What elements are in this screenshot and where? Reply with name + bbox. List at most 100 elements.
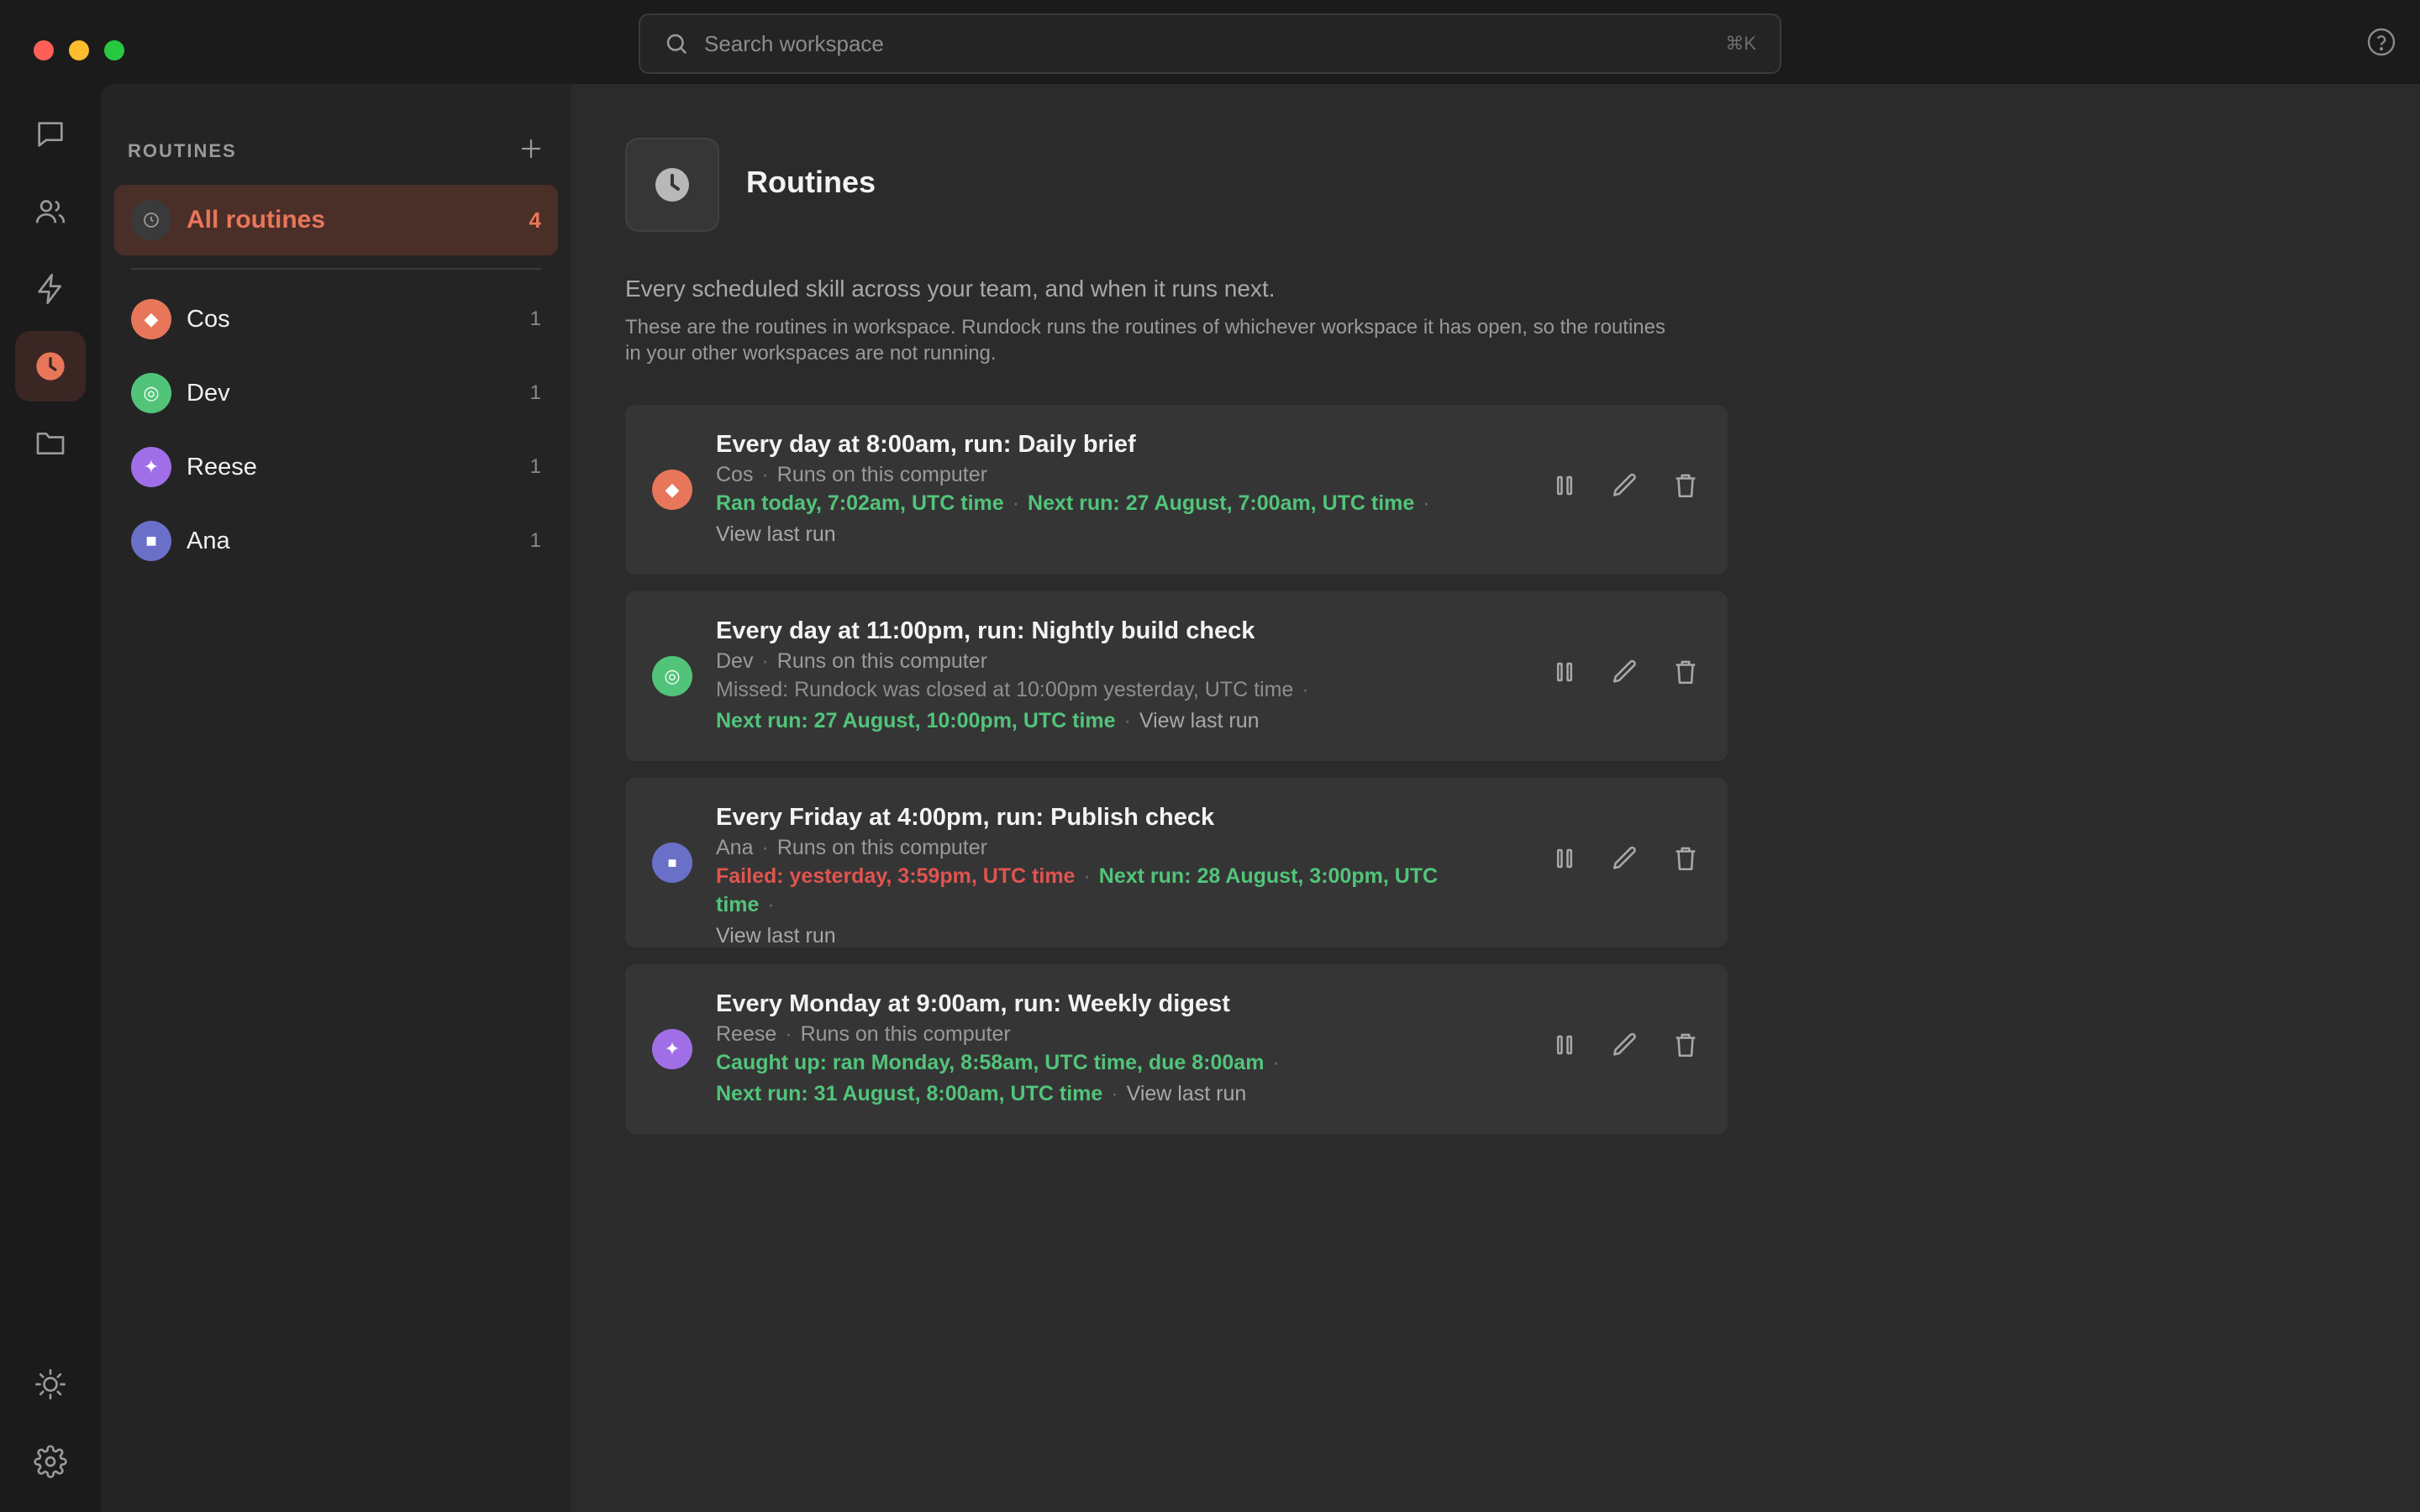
sidebar-divider bbox=[131, 268, 541, 270]
search-shortcut: ⌘K bbox=[1725, 33, 1756, 54]
rail-routines-button[interactable] bbox=[15, 331, 86, 402]
users-icon bbox=[35, 200, 66, 223]
next-run: Next run: 27 August, 10:00pm, UTC time bbox=[716, 709, 1116, 732]
pause-icon bbox=[1556, 1035, 1573, 1055]
pencil-icon bbox=[1612, 846, 1636, 869]
sidebar-item-reese[interactable]: ✦ Reese 1 bbox=[114, 430, 558, 504]
clock-icon bbox=[36, 352, 65, 381]
settings-gear-icon bbox=[34, 1445, 67, 1478]
sidebar-header: ROUTINES bbox=[128, 134, 546, 168]
sun-icon bbox=[35, 1369, 66, 1399]
page-description: These are the routines in workspace. Run… bbox=[625, 316, 1666, 365]
sidebar-item-count: 1 bbox=[529, 529, 541, 552]
next-run: Next run: 27 August, 7:00am, UTC time bbox=[1028, 491, 1415, 515]
sidebar-title: ROUTINES bbox=[128, 140, 237, 161]
minimize-window-button[interactable] bbox=[69, 40, 89, 60]
square-icon: ■ bbox=[667, 853, 677, 871]
view-last-run-link[interactable]: View last run bbox=[1127, 1082, 1247, 1105]
pause-button[interactable] bbox=[1549, 1030, 1580, 1060]
pencil-icon bbox=[1612, 659, 1636, 683]
edit-button[interactable] bbox=[1610, 843, 1640, 874]
rail-chat-button[interactable] bbox=[15, 99, 86, 170]
add-routine-button[interactable] bbox=[516, 136, 546, 166]
plus-icon bbox=[521, 139, 541, 159]
routine-card: ✦ Every Monday at 9:00am, run: Weekly di… bbox=[625, 964, 1728, 1134]
search-placeholder: Search workspace bbox=[704, 30, 884, 56]
page-icon bbox=[625, 138, 719, 232]
title-bar: Search workspace ⌘K bbox=[0, 0, 2420, 84]
routine-title: Every Friday at 4:00pm, run: Publish che… bbox=[716, 804, 1215, 831]
pause-button[interactable] bbox=[1549, 470, 1580, 501]
sidebar-item-count: 4 bbox=[529, 207, 541, 233]
close-window-button[interactable] bbox=[34, 40, 54, 60]
view-last-run-link[interactable]: View last run bbox=[716, 924, 836, 948]
last-run-status: Caught up: ran Monday, 8:58am, UTC time,… bbox=[716, 1051, 1265, 1074]
last-run-status: Failed: yesterday, 3:59pm, UTC time bbox=[716, 864, 1076, 888]
rail-theme-button[interactable] bbox=[15, 1349, 86, 1420]
page-subtitle: Every scheduled skill across your team, … bbox=[625, 276, 1276, 302]
square-icon: ■ bbox=[131, 521, 171, 561]
sidebar-item-ana[interactable]: ■ Ana 1 bbox=[114, 504, 558, 578]
sidebar-item-all-routines[interactable]: All routines 4 bbox=[114, 185, 558, 255]
zoom-window-button[interactable] bbox=[104, 40, 124, 60]
chat-icon bbox=[38, 122, 63, 147]
clock-icon bbox=[655, 168, 689, 202]
edit-button[interactable] bbox=[1610, 1030, 1640, 1060]
last-run-status: Missed: Rundock was closed at 10:00pm ye… bbox=[716, 678, 1294, 701]
search-icon bbox=[666, 34, 687, 55]
pause-button[interactable] bbox=[1549, 657, 1580, 687]
diamond-icon: ◆ bbox=[665, 479, 680, 500]
sidebar-item-label: Dev bbox=[187, 379, 230, 407]
routine-agent: Reese bbox=[716, 1022, 777, 1046]
sidebar-item-dev[interactable]: ◎ Dev 1 bbox=[114, 356, 558, 430]
edit-button[interactable] bbox=[1610, 657, 1640, 687]
pause-button[interactable] bbox=[1549, 843, 1580, 874]
avatar: ■ bbox=[652, 843, 692, 883]
help-icon[interactable] bbox=[2366, 27, 2396, 57]
sidebar-item-label: Cos bbox=[187, 305, 230, 333]
delete-button[interactable] bbox=[1670, 470, 1701, 501]
icon-rail bbox=[0, 84, 101, 1512]
search-input[interactable]: Search workspace ⌘K bbox=[639, 13, 1781, 74]
delete-button[interactable] bbox=[1670, 843, 1701, 874]
routine-location: Runs on this computer bbox=[776, 463, 987, 486]
main-content: Routines Every scheduled skill across yo… bbox=[571, 84, 2420, 1512]
rail-files-button[interactable] bbox=[15, 408, 86, 479]
edit-button[interactable] bbox=[1610, 470, 1640, 501]
clock-icon bbox=[131, 200, 171, 240]
routine-location: Runs on this computer bbox=[776, 836, 987, 859]
rail-settings-button[interactable] bbox=[15, 1426, 86, 1497]
pencil-icon bbox=[1612, 1032, 1636, 1056]
routine-title: Every Monday at 9:00am, run: Weekly dige… bbox=[716, 990, 1230, 1017]
delete-button[interactable] bbox=[1670, 1030, 1701, 1060]
rail-team-button[interactable] bbox=[15, 176, 86, 247]
window-controls bbox=[34, 40, 124, 60]
view-last-run-link[interactable]: View last run bbox=[1139, 709, 1260, 732]
sidebar-item-cos[interactable]: ◆ Cos 1 bbox=[114, 282, 558, 356]
sidebar-item-count: 1 bbox=[529, 455, 541, 478]
delete-button[interactable] bbox=[1670, 657, 1701, 687]
sparkle-icon: ✦ bbox=[664, 1038, 681, 1059]
routine-agent: Dev bbox=[716, 649, 754, 673]
view-last-run-link[interactable]: View last run bbox=[716, 522, 836, 546]
folder-icon bbox=[36, 433, 65, 454]
trash-icon bbox=[1676, 847, 1696, 871]
agent-list: ◆ Cos 1 ◎ Dev 1 ✦ Reese 1 ■ Ana 1 bbox=[114, 282, 558, 578]
pause-icon bbox=[1556, 475, 1573, 496]
avatar: ✦ bbox=[652, 1029, 692, 1069]
sidebar-item-count: 1 bbox=[529, 307, 541, 330]
avatar: ◆ bbox=[652, 470, 692, 510]
routine-card: ◆ Every day at 8:00am, run: Daily brief … bbox=[625, 405, 1728, 575]
rail-skills-button[interactable] bbox=[15, 254, 86, 324]
routine-title: Every day at 8:00am, run: Daily brief bbox=[716, 431, 1136, 458]
routine-list: ◆ Every day at 8:00am, run: Daily brief … bbox=[625, 405, 1728, 1151]
ring-icon: ◎ bbox=[131, 373, 171, 413]
sparkle-icon: ✦ bbox=[131, 447, 171, 487]
sidebar-item-label: Ana bbox=[187, 527, 230, 554]
trash-icon bbox=[1676, 1033, 1696, 1058]
pause-icon bbox=[1556, 848, 1573, 869]
routine-location: Runs on this computer bbox=[776, 649, 987, 673]
routine-card: ◎ Every day at 11:00pm, run: Nightly bui… bbox=[625, 591, 1728, 761]
routine-agent: Cos bbox=[716, 463, 754, 486]
routine-agent: Ana bbox=[716, 836, 754, 859]
